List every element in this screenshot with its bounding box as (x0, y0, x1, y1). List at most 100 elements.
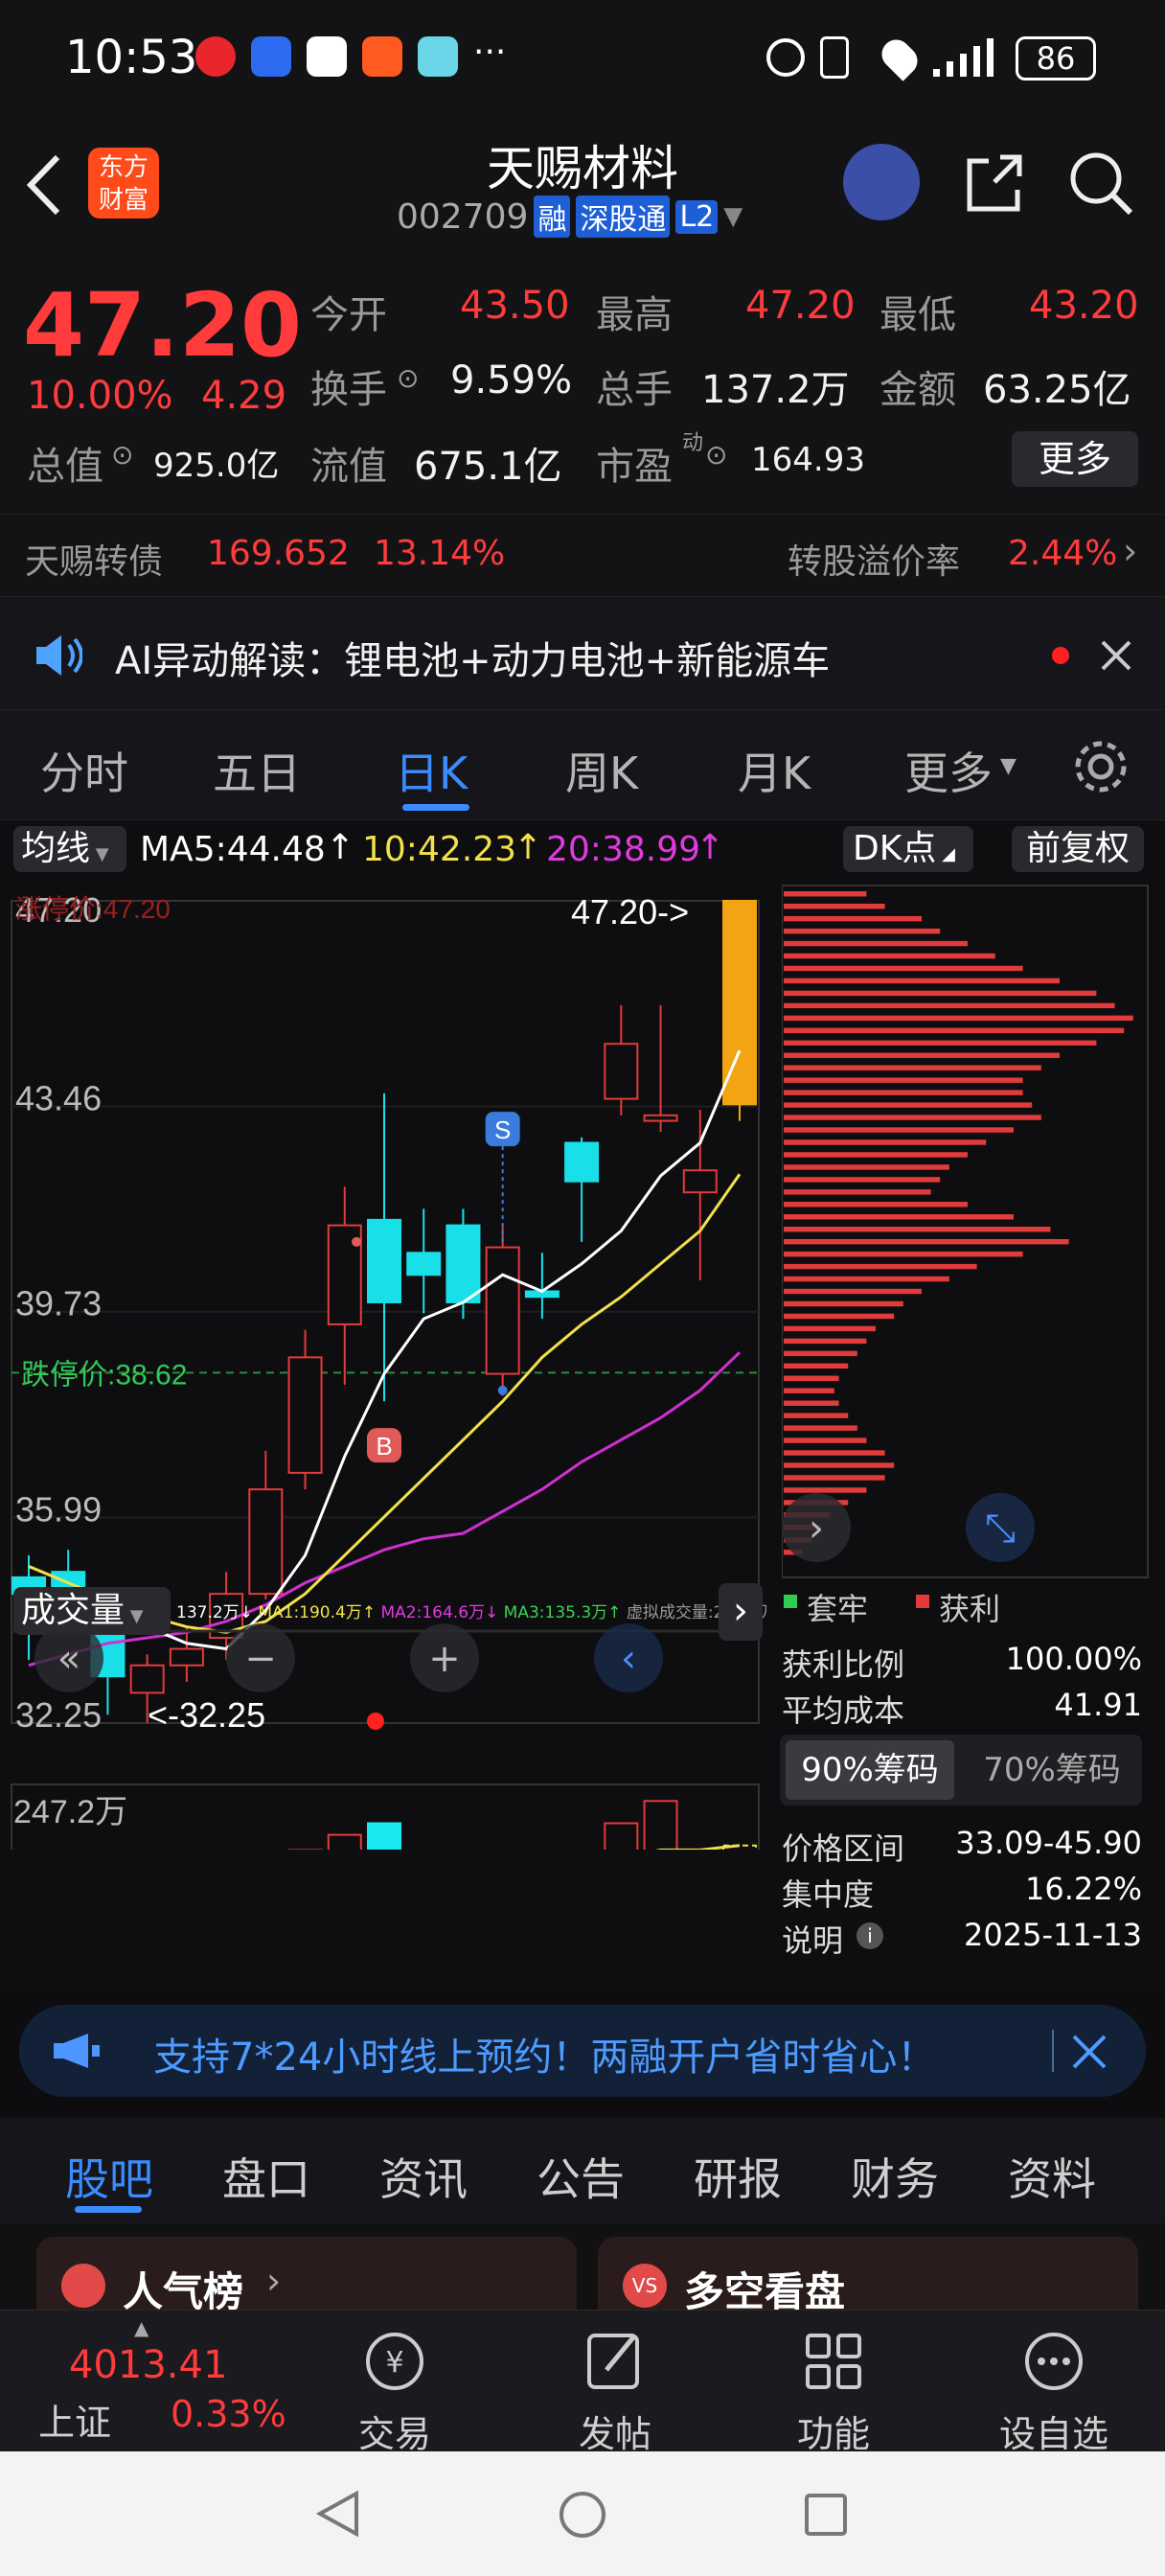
market-cap-label: 总值 (27, 445, 103, 489)
chip-histogram[interactable]: › ⤡ (782, 884, 1150, 1579)
tab-research[interactable]: 研报 (694, 2145, 782, 2208)
search-icon[interactable] (1067, 150, 1134, 217)
chip-bar (784, 1090, 1023, 1095)
volume-bar (367, 1822, 401, 1850)
stock-code: 002709 (397, 196, 529, 237)
avg-cost-value: 41.91 (1054, 1687, 1142, 1723)
tab-more[interactable]: 更多 (904, 739, 993, 802)
chip-bar (784, 1227, 1051, 1232)
status-bar: 10:53 ··· 86 (0, 0, 1165, 115)
chevron-right-icon: › (266, 2260, 282, 2302)
turnover-label: 换手 (310, 368, 387, 412)
convertible-bond-row[interactable]: 天赐转债 169.652 13.14% 转股溢价率 2.44% › (0, 514, 1165, 596)
chip-bar (784, 1164, 949, 1170)
volume-max-label: 247.2万 (13, 1794, 127, 1830)
speaker-icon (36, 635, 82, 676)
chip-bar (784, 928, 941, 934)
pe-value: 164.93 (751, 441, 865, 479)
chip-bar (784, 1313, 895, 1320)
back-icon[interactable] (316, 2490, 360, 2538)
divider (1052, 2030, 1054, 2072)
tab-order-book[interactable]: 盘口 (222, 2145, 310, 2208)
close-icon[interactable] (1100, 639, 1132, 672)
edit-icon (587, 2334, 639, 2389)
stock-code-row: 002709 融 深股通 L2 ▼ (397, 196, 742, 238)
premium-value: 2.44% (1008, 534, 1118, 573)
nav-post[interactable]: 发帖 (548, 2328, 682, 2457)
feature-cards: 人气榜 › VS 多空看盘 (0, 2223, 1165, 2333)
signal-icon (933, 38, 994, 77)
index-ticker[interactable]: ▲ 4013.41 上证 0.33% (0, 2311, 287, 2452)
pe-label: 市盈 (596, 445, 673, 489)
chip-bar (784, 953, 995, 959)
home-icon[interactable] (558, 2490, 607, 2540)
chip-bar (784, 1202, 968, 1208)
location-icon (876, 34, 924, 81)
app-notification-icon (418, 36, 458, 77)
close-icon[interactable] (1071, 2034, 1108, 2070)
chevron-down-icon[interactable]: ▼ (723, 202, 742, 231)
volume-bar (604, 1822, 639, 1850)
promo-banner[interactable]: 支持7*24小时线上预约！两融开户省时省心！ (19, 2005, 1146, 2097)
double-chevron-left-icon: « (57, 1637, 80, 1681)
limit-down-label: 跌停价:38.62 (21, 1359, 187, 1391)
tab-announcements[interactable]: 公告 (537, 2145, 625, 2208)
chip-bar (784, 1040, 1097, 1046)
ai-insight-banner[interactable]: AI异动解读：锂电池+动力电池+新能源车 (0, 596, 1165, 709)
bond-change: 13.14% (374, 534, 506, 573)
nav-functions[interactable]: 功能 (766, 2328, 901, 2457)
chip-date: 2025-11-13 (964, 1917, 1142, 1953)
float-cap-label: 流值 (310, 445, 387, 489)
tab-five-day[interactable]: 五日 (213, 739, 301, 802)
volume-indicator-selector[interactable]: 成交量 ▼ (13, 1587, 171, 1635)
tab-daily-k[interactable]: 日K (395, 739, 468, 802)
ma-selector[interactable]: 均线 ▼ (13, 826, 126, 872)
adjust-button[interactable]: 前复权 (1012, 826, 1144, 872)
share-icon[interactable] (962, 151, 1025, 215)
more-quote-button[interactable]: 更多 (1012, 431, 1138, 487)
tab-monthly-k[interactable]: 月K (738, 739, 811, 802)
kline-chart[interactable]: 47.2043.4639.7335.9932.25跌停价:38.62涨停价:47… (0, 882, 766, 1850)
dk-points-button[interactable]: DK点 ◢ (843, 826, 973, 872)
tab-financials[interactable]: 财务 (851, 2145, 939, 2208)
index-value: 4013.41 (69, 2343, 228, 2387)
chip-bar (784, 1015, 1133, 1022)
amount-value: 63.25亿 (983, 368, 1131, 412)
tab-guba[interactable]: 股吧 (65, 2145, 153, 2208)
info-icon[interactable]: ⊙ (111, 439, 133, 471)
chart-period-tabs: 分时 五日 日K 周K 月K 更多 ▼ (0, 709, 1165, 820)
low-value: 43.20 (1029, 284, 1139, 328)
chip-bar (784, 1363, 849, 1369)
chevron-right-icon[interactable]: › (719, 1583, 763, 1641)
nav-add-watchlist[interactable]: 设自选 (987, 2328, 1121, 2457)
tab-profile[interactable]: 资料 (1008, 2145, 1096, 2208)
open-label: 今开 (310, 293, 387, 337)
chip-bar (784, 1052, 1060, 1058)
chip-bar (784, 1450, 885, 1456)
volume-today: 137.2万↓ (176, 1603, 253, 1622)
vibrate-icon (820, 36, 849, 79)
tab-90-percent[interactable]: 90%筹码 (786, 1740, 954, 1800)
info-icon[interactable]: ⊙ (397, 362, 419, 394)
locked-legend-icon (784, 1595, 797, 1608)
info-icon[interactable]: i (857, 1922, 883, 1949)
tab-70-percent[interactable]: 70%筹码 (968, 1740, 1136, 1800)
nav-trade-label: 交易 (357, 2413, 431, 2455)
gear-icon[interactable] (1071, 737, 1131, 796)
info-icon[interactable]: ⊙ (705, 439, 727, 471)
chip-bar (784, 1388, 834, 1393)
recents-icon[interactable] (803, 2492, 849, 2538)
bottom-navigation: ▲ 4013.41 上证 0.33% ¥ 交易 发帖 功能 设自选 (0, 2310, 1165, 2455)
ai-assistant-avatar-icon[interactable] (843, 144, 920, 220)
stock-connect-badge: 深股通 (576, 196, 671, 238)
nav-post-label: 发帖 (578, 2413, 651, 2455)
kline-chart-panel: 均线 ▼ MA5:44.48 ↑ 10:42.23 ↑ 20:38.99 ↑ 4… (0, 820, 776, 1990)
more-circle-icon (1025, 2333, 1083, 2390)
tab-news[interactable]: 资讯 (379, 2145, 468, 2208)
chip-bar (784, 1077, 1023, 1083)
buy-marker-label: B (376, 1432, 392, 1460)
tab-intraday[interactable]: 分时 (40, 739, 128, 802)
tab-weekly-k[interactable]: 周K (565, 739, 638, 802)
nav-trade[interactable]: ¥ 交易 (328, 2328, 462, 2457)
price-tick-label: 35.99 (15, 1489, 102, 1529)
